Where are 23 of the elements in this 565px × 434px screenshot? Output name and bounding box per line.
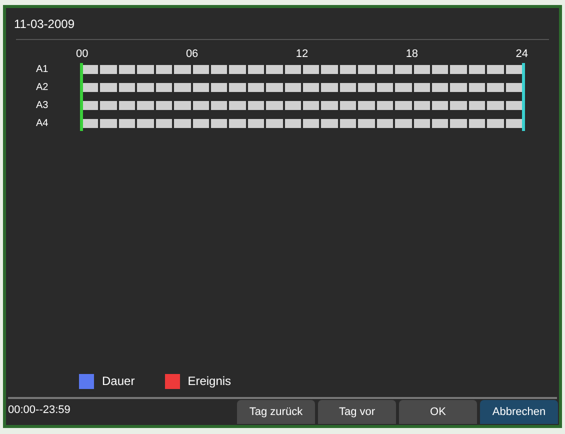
end-marker[interactable] [522,62,525,130]
hour-label: 24 [516,47,528,62]
channel-label: A4 [36,118,48,128]
legend-label: Dauer [102,373,135,390]
legend-label: Ereignis [188,373,232,390]
start-marker[interactable] [80,62,83,130]
dialog-button[interactable]: Tag vor [318,400,396,424]
timeline-track[interactable] [80,65,524,74]
time-range: 00:00--23:59 [7,403,72,418]
channel-label: A2 [36,82,48,92]
timeline-track[interactable] [80,119,524,128]
window-title: 11-03-2009 [14,16,74,33]
dialog-button[interactable]: OK [399,400,477,424]
channel-label: A3 [36,100,48,110]
hour-label: 06 [186,47,198,62]
hour-label: 18 [406,47,418,62]
timeline-track[interactable] [80,101,524,110]
hour-label: 00 [76,47,88,62]
timeline-track[interactable] [80,83,524,92]
channel-label: A1 [36,64,48,74]
dialog-button[interactable]: Abbrechen [480,400,558,424]
hour-label: 12 [296,47,308,62]
dialog-button[interactable]: Tag zurück [237,400,315,424]
